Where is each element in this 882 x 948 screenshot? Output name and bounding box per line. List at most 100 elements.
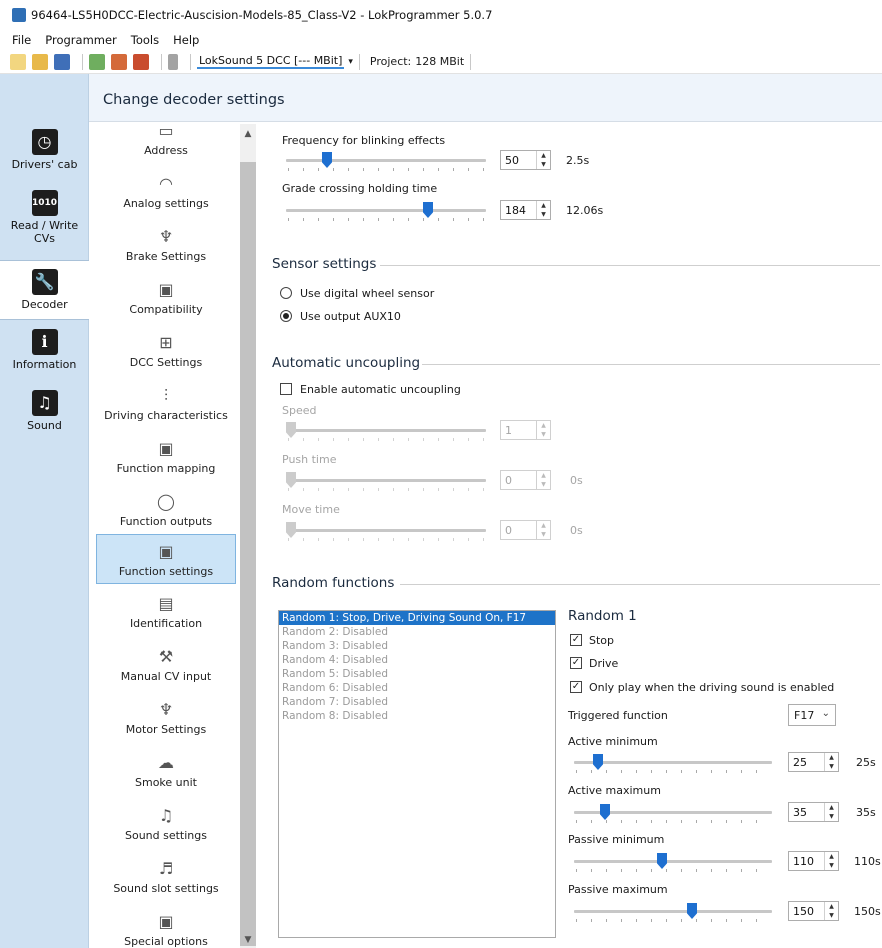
active-maximum-input[interactable]: 35 ▲ ▼ xyxy=(788,802,839,822)
move-time-slider[interactable] xyxy=(286,522,486,544)
category-function-settings[interactable]: ▣ Function settings xyxy=(96,534,236,584)
spin-buttons[interactable]: ▲ ▼ xyxy=(536,471,550,489)
category-brake-settings[interactable]: ♆ Brake Settings xyxy=(96,220,236,273)
drive-checkbox[interactable]: ✓ xyxy=(570,657,582,669)
blinking-frequency-slider[interactable] xyxy=(286,152,486,174)
spin-down-icon[interactable]: ▼ xyxy=(537,530,550,539)
slider-thumb[interactable] xyxy=(593,754,603,770)
category-special-options[interactable]: ▣ Special options xyxy=(96,905,236,948)
scroll-up-icon[interactable]: ▲ xyxy=(240,126,256,142)
spin-down-icon[interactable]: ▼ xyxy=(537,480,550,489)
menu-help[interactable]: Help xyxy=(173,33,199,47)
spin-up-icon[interactable]: ▲ xyxy=(537,201,550,210)
passive-minimum-slider[interactable] xyxy=(574,853,772,875)
spin-up-icon[interactable]: ▲ xyxy=(537,151,550,160)
spin-down-icon[interactable]: ▼ xyxy=(537,430,550,439)
slider-thumb[interactable] xyxy=(687,903,697,919)
scroll-down-icon[interactable]: ▼ xyxy=(240,932,256,948)
new-icon[interactable] xyxy=(10,53,26,70)
spin-down-icon[interactable]: ▼ xyxy=(825,812,838,821)
spin-down-icon[interactable]: ▼ xyxy=(537,160,550,169)
spin-buttons[interactable]: ▲ ▼ xyxy=(824,753,838,771)
menu-programmer[interactable]: Programmer xyxy=(45,33,117,47)
category-identification[interactable]: ▤ Identification xyxy=(96,587,236,640)
slider-thumb[interactable] xyxy=(286,422,296,438)
sound-only-checkbox[interactable]: ✓ xyxy=(570,681,582,693)
spin-down-icon[interactable]: ▼ xyxy=(825,911,838,920)
blinking-frequency-input[interactable]: 50 ▲ ▼ xyxy=(500,150,551,170)
passive-maximum-slider[interactable] xyxy=(574,903,772,925)
spin-up-icon[interactable]: ▲ xyxy=(537,421,550,430)
stop-checkbox[interactable]: ✓ xyxy=(570,634,582,646)
active-minimum-input[interactable]: 25 ▲ ▼ xyxy=(788,752,839,772)
active-maximum-slider[interactable] xyxy=(574,804,772,826)
category-sound-settings[interactable]: ♫ Sound settings xyxy=(96,799,236,852)
push-time-slider[interactable] xyxy=(286,472,486,494)
slider-thumb[interactable] xyxy=(286,522,296,538)
grade-crossing-input[interactable]: 184 ▲ ▼ xyxy=(500,200,551,220)
grade-crossing-slider[interactable] xyxy=(286,202,486,224)
category-dcc-settings[interactable]: ⊞ DCC Settings xyxy=(96,326,236,379)
category-motor-settings[interactable]: ♆ Motor Settings xyxy=(96,693,236,746)
spin-buttons[interactable]: ▲ ▼ xyxy=(536,151,550,169)
triggered-function-dropdown[interactable]: F17 ⌄ xyxy=(788,704,836,726)
list-item[interactable]: Random 3: Disabled xyxy=(279,639,555,653)
list-item[interactable]: Random 1: Stop, Drive, Driving Sound On,… xyxy=(279,611,555,625)
spin-up-icon[interactable]: ▲ xyxy=(825,852,838,861)
spin-buttons[interactable]: ▲ ▼ xyxy=(536,201,550,219)
sidebar-item-sound[interactable]: ♫ Sound xyxy=(0,390,89,448)
list-item[interactable]: Random 4: Disabled xyxy=(279,653,555,667)
read-icon[interactable] xyxy=(89,53,105,70)
spin-up-icon[interactable]: ▲ xyxy=(537,471,550,480)
category-smoke-unit[interactable]: ☁ Smoke unit xyxy=(96,746,236,799)
category-scrollbar[interactable]: ▲ ▼ xyxy=(240,124,256,948)
random-functions-list[interactable]: Random 1: Stop, Drive, Driving Sound On,… xyxy=(278,610,556,938)
list-item[interactable]: Random 7: Disabled xyxy=(279,695,555,709)
slider-thumb[interactable] xyxy=(423,202,433,218)
write-icon[interactable] xyxy=(111,53,127,70)
slider-thumb[interactable] xyxy=(322,152,332,168)
open-icon[interactable] xyxy=(32,53,48,70)
passive-minimum-input[interactable]: 110 ▲ ▼ xyxy=(788,851,839,871)
category-driving-characteristics[interactable]: ⫶ Driving characteristics xyxy=(96,379,236,432)
chevron-down-icon[interactable]: ▾ xyxy=(348,57,353,67)
spin-down-icon[interactable]: ▼ xyxy=(825,762,838,771)
active-minimum-slider[interactable] xyxy=(574,754,772,776)
list-item[interactable]: Random 8: Disabled xyxy=(279,709,555,723)
sidebar-item-decoder[interactable]: 🔧 Decoder xyxy=(0,260,89,320)
sidebar-item-drivers-cab[interactable]: ◷ Drivers' cab xyxy=(0,129,89,187)
run-icon[interactable] xyxy=(133,53,149,70)
spin-up-icon[interactable]: ▲ xyxy=(825,902,838,911)
uncoupling-speed-slider[interactable] xyxy=(286,422,486,444)
sidebar-item-information[interactable]: ℹ Information xyxy=(0,329,89,387)
spin-buttons[interactable]: ▲ ▼ xyxy=(824,852,838,870)
slider-thumb[interactable] xyxy=(600,804,610,820)
menu-file[interactable]: File xyxy=(12,33,31,47)
list-item[interactable]: Random 5: Disabled xyxy=(279,667,555,681)
spin-up-icon[interactable]: ▲ xyxy=(825,753,838,762)
save-icon[interactable] xyxy=(54,53,70,70)
list-item[interactable]: Random 6: Disabled xyxy=(279,681,555,695)
spin-buttons[interactable]: ▲ ▼ xyxy=(824,902,838,920)
spin-buttons[interactable]: ▲ ▼ xyxy=(824,803,838,821)
tool-icon[interactable] xyxy=(168,53,178,70)
category-analog-settings[interactable]: ◠ Analog settings xyxy=(96,167,236,220)
spin-buttons[interactable]: ▲ ▼ xyxy=(536,521,550,539)
push-time-input[interactable]: 0 ▲ ▼ xyxy=(500,470,551,490)
spin-down-icon[interactable]: ▼ xyxy=(825,861,838,870)
spin-up-icon[interactable]: ▲ xyxy=(825,803,838,812)
spin-up-icon[interactable]: ▲ xyxy=(537,521,550,530)
digital-wheel-sensor-radio[interactable] xyxy=(280,287,292,299)
category-manual-cv-input[interactable]: ⚒ Manual CV input xyxy=(96,640,236,693)
category-function-outputs[interactable]: ◯ Function outputs xyxy=(96,485,236,538)
slider-thumb[interactable] xyxy=(286,472,296,488)
list-item[interactable]: Random 2: Disabled xyxy=(279,625,555,639)
passive-maximum-input[interactable]: 150 ▲ ▼ xyxy=(788,901,839,921)
uncoupling-speed-input[interactable]: 1 ▲ ▼ xyxy=(500,420,551,440)
category-function-mapping[interactable]: ▣ Function mapping xyxy=(96,432,236,485)
output-aux10-radio[interactable] xyxy=(280,310,292,322)
category-sound-slot-settings[interactable]: ♬ Sound slot settings xyxy=(96,852,236,905)
enable-uncoupling-checkbox[interactable] xyxy=(280,383,292,395)
menu-tools[interactable]: Tools xyxy=(131,33,159,47)
spin-down-icon[interactable]: ▼ xyxy=(537,210,550,219)
